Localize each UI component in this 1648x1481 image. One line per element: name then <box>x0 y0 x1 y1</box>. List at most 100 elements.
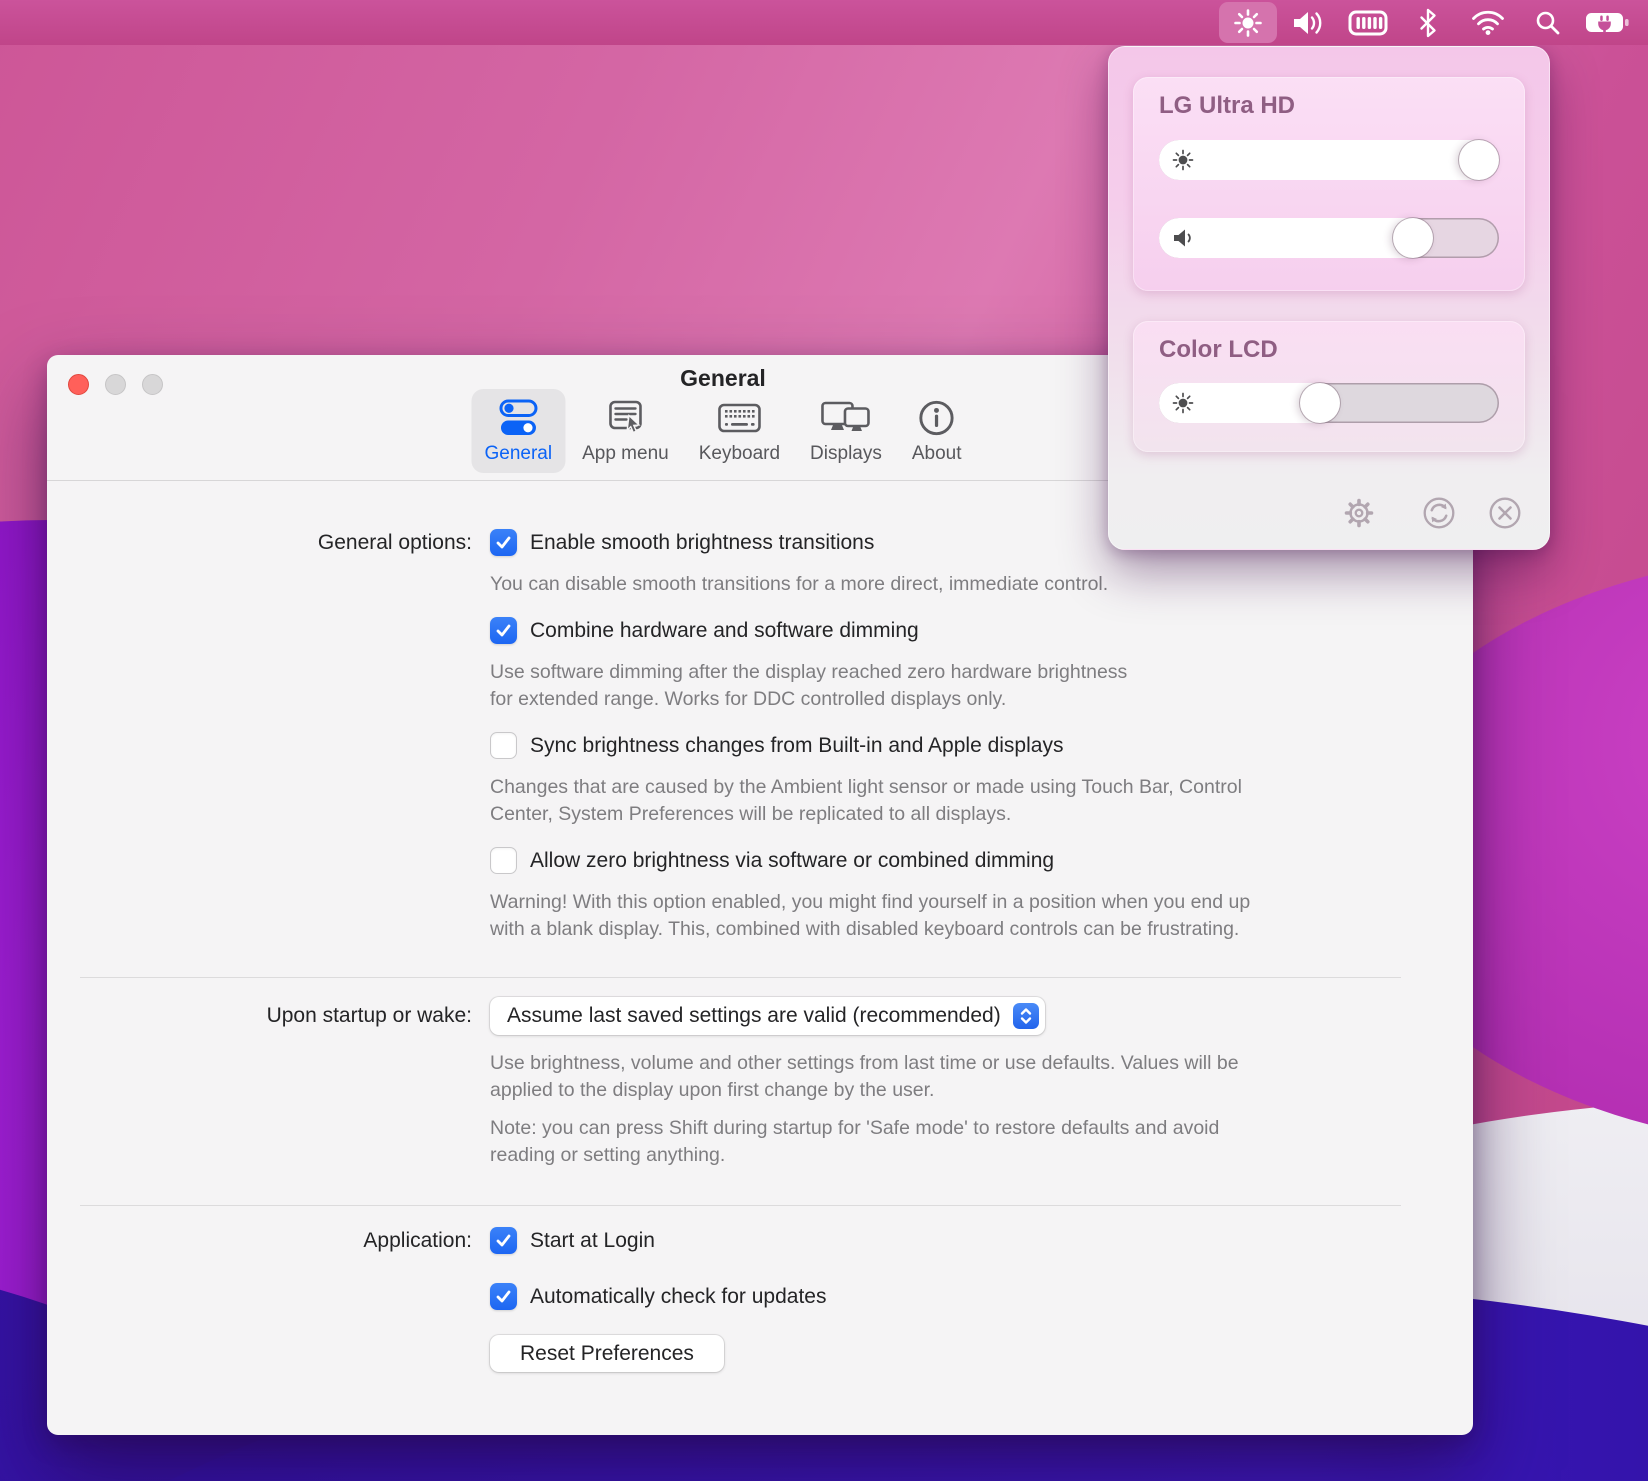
section-divider <box>80 1205 1401 1206</box>
toggles-icon <box>495 398 541 438</box>
volume-slider[interactable] <box>1159 218 1499 258</box>
startup-behavior-select[interactable]: Assume last saved settings are valid (re… <box>490 997 1045 1035</box>
battery-charging-icon <box>1585 10 1631 36</box>
check-icon <box>494 533 513 552</box>
close-icon <box>1487 495 1523 531</box>
battery-menu-icon[interactable] <box>1579 2 1637 43</box>
tab-general[interactable]: General <box>471 389 565 473</box>
displays-icon <box>820 398 872 438</box>
checkbox-row: Sync brightness changes from Built-in an… <box>490 732 1473 760</box>
display-name: Color LCD <box>1159 336 1278 364</box>
startup-description: Use brightness, volume and other setting… <box>490 1050 1473 1104</box>
close-panel-button[interactable] <box>1487 495 1523 531</box>
wifi-menu-icon[interactable] <box>1459 2 1517 43</box>
general-options-label: General options: <box>47 529 490 962</box>
checkbox-sync-brightness[interactable] <box>490 732 517 759</box>
brightness-menu-icon[interactable] <box>1219 2 1277 43</box>
menu-bar <box>0 0 1648 45</box>
search-menu-icon[interactable] <box>1519 2 1577 43</box>
application-row: Application: Start at Login <box>47 1227 1473 1372</box>
tab-label: App menu <box>582 443 669 465</box>
search-icon <box>1534 9 1562 37</box>
keyboard-brightness-icon <box>1348 9 1388 37</box>
gear-icon <box>1341 495 1377 531</box>
select-value: Assume last saved settings are valid (re… <box>507 1004 1001 1028</box>
startup-controls: Assume last saved settings are valid (re… <box>490 997 1473 1188</box>
toolbar-tabs: General App m <box>471 389 974 473</box>
refresh-icon <box>1421 495 1457 531</box>
slider-fill <box>1159 140 1497 180</box>
settings-content: General options: Enable smooth brightnes… <box>47 481 1473 1372</box>
checkbox-auto-updates[interactable] <box>490 1283 517 1310</box>
refresh-button[interactable] <box>1421 495 1457 531</box>
option-description: You can disable smooth transitions for a… <box>490 571 1473 598</box>
settings-button[interactable] <box>1341 495 1377 531</box>
startup-row: Upon startup or wake: Assume last saved … <box>47 997 1473 1188</box>
check-icon <box>494 1231 513 1250</box>
display-card-lg-ultra-hd: LG Ultra HD <box>1133 77 1525 291</box>
slider-knob[interactable] <box>1459 140 1499 180</box>
slider-fill <box>1159 218 1431 258</box>
checkbox-label: Start at Login <box>530 1227 655 1255</box>
option-description: Warning! With this option enabled, you m… <box>490 889 1473 943</box>
keyboard-icon <box>715 398 763 438</box>
select-stepper-icon <box>1013 1003 1039 1029</box>
reset-preferences-button[interactable]: Reset Preferences <box>490 1335 724 1372</box>
startup-note: Note: you can press Shift during startup… <box>490 1115 1473 1169</box>
slider-knob[interactable] <box>1300 383 1340 423</box>
tab-app-menu[interactable]: App menu <box>569 389 682 473</box>
speaker-icon <box>1291 9 1325 37</box>
checkbox-label: Allow zero brightness via software or co… <box>530 847 1054 875</box>
check-icon <box>494 621 513 640</box>
traffic-lights <box>68 374 163 395</box>
checkbox-smooth-transitions[interactable] <box>490 529 517 556</box>
section-divider <box>80 977 1401 978</box>
application-controls: Start at Login Automatically check for u… <box>490 1227 1473 1372</box>
startup-label: Upon startup or wake: <box>47 997 490 1188</box>
checkbox-label: Combine hardware and software dimming <box>530 617 919 645</box>
displays-dropdown-panel: LG Ultra HD <box>1108 46 1550 550</box>
checkbox-start-at-login[interactable] <box>490 1227 517 1254</box>
checkbox-label: Sync brightness changes from Built-in an… <box>530 732 1063 760</box>
screen: LG Ultra HD <box>0 0 1648 1481</box>
display-name: LG Ultra HD <box>1159 92 1295 120</box>
application-label: Application: <box>47 1227 490 1372</box>
checkbox-row: Combine hardware and software dimming <box>490 617 1473 645</box>
sun-icon <box>1233 8 1263 38</box>
bluetooth-icon <box>1417 8 1439 38</box>
close-window-button[interactable] <box>68 374 89 395</box>
zoom-window-button[interactable] <box>142 374 163 395</box>
minimize-window-button[interactable] <box>105 374 126 395</box>
option-description: Use software dimming after the display r… <box>490 659 1473 713</box>
window-title: General <box>680 365 766 392</box>
checkbox-zero-brightness[interactable] <box>490 847 517 874</box>
keyboard-brightness-menu-icon[interactable] <box>1339 2 1397 43</box>
brightness-slider[interactable] <box>1159 383 1499 423</box>
sun-icon <box>1172 149 1194 171</box>
tab-label: Displays <box>810 443 882 465</box>
display-card-color-lcd: Color LCD <box>1133 321 1525 452</box>
checkbox-row: Start at Login <box>490 1227 1473 1255</box>
app-menu-icon <box>603 398 647 438</box>
checkbox-label: Enable smooth brightness transitions <box>530 529 874 557</box>
general-options-controls: Enable smooth brightness transitions You… <box>490 529 1473 962</box>
tab-keyboard[interactable]: Keyboard <box>686 389 793 473</box>
slider-knob[interactable] <box>1393 218 1433 258</box>
tab-about[interactable]: About <box>899 389 975 473</box>
speaker-icon <box>1172 228 1195 248</box>
brightness-slider[interactable] <box>1159 140 1499 180</box>
tab-label: Keyboard <box>699 443 780 465</box>
checkbox-row: Automatically check for updates <box>490 1283 1473 1311</box>
info-icon <box>918 398 956 438</box>
tab-label: About <box>912 443 962 465</box>
bluetooth-menu-icon[interactable] <box>1399 2 1457 43</box>
option-description: Changes that are caused by the Ambient l… <box>490 774 1473 828</box>
check-icon <box>494 1287 513 1306</box>
checkbox-combine-dimming[interactable] <box>490 617 517 644</box>
tab-label: General <box>484 443 552 465</box>
panel-actions <box>1341 495 1523 531</box>
tab-displays[interactable]: Displays <box>797 389 895 473</box>
general-options-row: General options: Enable smooth brightnes… <box>47 529 1473 962</box>
checkbox-row: Allow zero brightness via software or co… <box>490 847 1473 875</box>
volume-menu-icon[interactable] <box>1279 2 1337 43</box>
